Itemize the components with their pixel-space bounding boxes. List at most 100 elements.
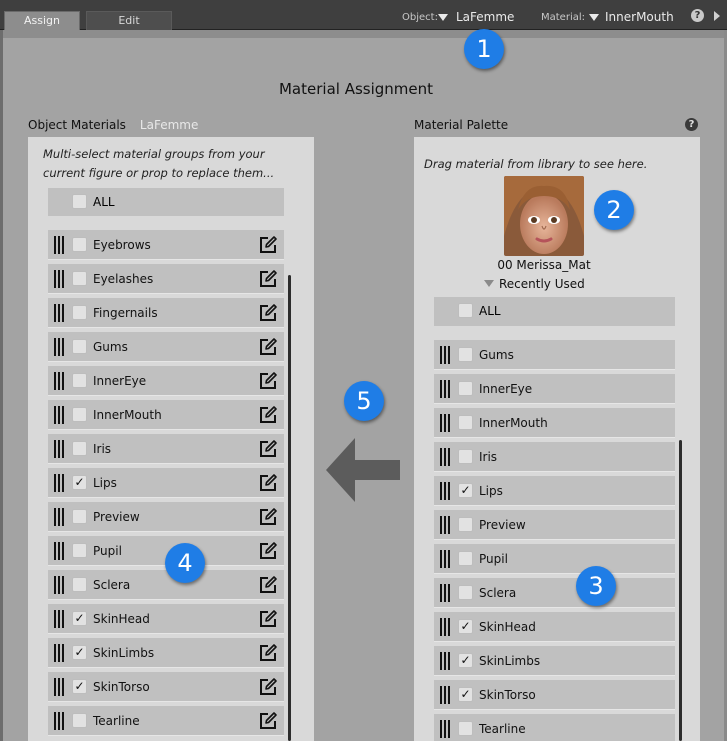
list-item[interactable]: InnerMouth <box>434 408 675 438</box>
material-palette-all-row[interactable]: ALL <box>434 297 675 326</box>
drag-handle-icon[interactable] <box>440 380 450 398</box>
object-dropdown[interactable]: LaFemme <box>456 10 514 24</box>
item-checkbox[interactable]: ✓ <box>72 611 87 626</box>
drag-handle-icon[interactable] <box>54 338 64 356</box>
list-item[interactable]: ✓ SkinLimbs <box>434 646 675 676</box>
list-item[interactable]: Sclera <box>48 570 284 600</box>
item-checkbox[interactable] <box>72 373 87 388</box>
item-checkbox[interactable] <box>458 415 473 430</box>
list-item[interactable]: Iris <box>48 434 284 464</box>
edit-icon[interactable] <box>258 405 278 425</box>
drag-handle-icon[interactable] <box>54 236 64 254</box>
edit-icon[interactable] <box>258 643 278 663</box>
drag-handle-icon[interactable] <box>54 406 64 424</box>
item-checkbox[interactable]: ✓ <box>458 483 473 498</box>
item-checkbox[interactable]: ✓ <box>458 653 473 668</box>
list-item[interactable]: ✓ SkinHead <box>48 604 284 634</box>
drag-handle-icon[interactable] <box>54 372 64 390</box>
list-item[interactable]: InnerEye <box>434 374 675 404</box>
edit-icon[interactable] <box>258 269 278 289</box>
item-checkbox[interactable] <box>72 339 87 354</box>
tab-assign[interactable]: Assign <box>4 11 80 30</box>
edit-icon[interactable] <box>258 609 278 629</box>
drag-handle-icon[interactable] <box>54 542 64 560</box>
item-checkbox[interactable] <box>458 449 473 464</box>
item-checkbox[interactable] <box>72 543 87 558</box>
item-checkbox[interactable] <box>72 305 87 320</box>
material-thumbnail[interactable] <box>504 176 584 256</box>
item-checkbox[interactable] <box>72 509 87 524</box>
list-item[interactable]: ✓ SkinHead <box>434 612 675 642</box>
drag-handle-icon[interactable] <box>54 610 64 628</box>
list-item[interactable]: Tearline <box>48 706 284 736</box>
assign-arrow-icon[interactable] <box>326 438 400 502</box>
list-item[interactable]: ✓ SkinLimbs <box>48 638 284 668</box>
drag-handle-icon[interactable] <box>440 448 450 466</box>
material-dropdown-icon[interactable] <box>589 14 599 21</box>
edit-icon[interactable] <box>258 711 278 731</box>
drag-handle-icon[interactable] <box>440 686 450 704</box>
edit-icon[interactable] <box>258 303 278 323</box>
list-item[interactable]: Preview <box>48 502 284 532</box>
list-item[interactable]: Iris <box>434 442 675 472</box>
drag-handle-icon[interactable] <box>440 346 450 364</box>
drag-handle-icon[interactable] <box>54 304 64 322</box>
item-checkbox[interactable]: ✓ <box>72 475 87 490</box>
item-checkbox[interactable] <box>72 713 87 728</box>
list-item[interactable]: InnerEye <box>48 366 284 396</box>
object-materials-all-row[interactable]: ALL <box>48 188 284 216</box>
list-item[interactable]: Fingernails <box>48 298 284 328</box>
item-checkbox[interactable] <box>458 517 473 532</box>
material-dropdown[interactable]: InnerMouth <box>605 10 674 24</box>
list-item[interactable]: Pupil <box>434 544 675 574</box>
list-item[interactable]: Sclera <box>434 578 675 608</box>
list-item[interactable]: Eyebrows <box>48 230 284 260</box>
list-item[interactable]: ✓ Lips <box>48 468 284 498</box>
edit-icon[interactable] <box>258 337 278 357</box>
item-checkbox[interactable]: ✓ <box>458 687 473 702</box>
tab-edit[interactable]: Edit <box>86 11 172 30</box>
item-checkbox[interactable] <box>458 551 473 566</box>
drag-handle-icon[interactable] <box>440 516 450 534</box>
expand-arrow-icon[interactable] <box>714 11 720 21</box>
drag-handle-icon[interactable] <box>54 576 64 594</box>
drag-handle-icon[interactable] <box>54 270 64 288</box>
drag-handle-icon[interactable] <box>440 414 450 432</box>
help-icon[interactable]: ? <box>691 9 704 22</box>
drag-handle-icon[interactable] <box>54 440 64 458</box>
palette-help-icon[interactable]: ? <box>685 118 698 131</box>
list-item[interactable]: ✓ SkinTorso <box>434 680 675 710</box>
list-item[interactable]: ✓ SkinTorso <box>48 672 284 702</box>
edit-icon[interactable] <box>258 507 278 527</box>
drag-handle-icon[interactable] <box>54 712 64 730</box>
list-item[interactable]: Tearline <box>434 714 675 741</box>
edit-icon[interactable] <box>258 575 278 595</box>
material-palette-scrollbar[interactable] <box>679 440 682 741</box>
item-checkbox[interactable]: ✓ <box>72 679 87 694</box>
edit-icon[interactable] <box>258 473 278 493</box>
drag-handle-icon[interactable] <box>440 618 450 636</box>
list-item[interactable]: Gums <box>48 332 284 362</box>
drag-handle-icon[interactable] <box>54 508 64 526</box>
palette-all-checkbox[interactable] <box>458 303 473 318</box>
item-checkbox[interactable] <box>458 721 473 736</box>
item-checkbox[interactable] <box>458 347 473 362</box>
list-item[interactable]: Preview <box>434 510 675 540</box>
list-item[interactable]: Gums <box>434 340 675 370</box>
object-dropdown-icon[interactable] <box>438 14 448 21</box>
item-checkbox[interactable] <box>458 381 473 396</box>
list-item[interactable]: InnerMouth <box>48 400 284 430</box>
edit-icon[interactable] <box>258 371 278 391</box>
item-checkbox[interactable]: ✓ <box>458 619 473 634</box>
all-checkbox[interactable] <box>72 194 87 209</box>
item-checkbox[interactable] <box>72 441 87 456</box>
item-checkbox[interactable] <box>458 585 473 600</box>
edit-icon[interactable] <box>258 541 278 561</box>
item-checkbox[interactable] <box>72 271 87 286</box>
list-item[interactable]: ✓ Lips <box>434 476 675 506</box>
item-checkbox[interactable] <box>72 577 87 592</box>
item-checkbox[interactable] <box>72 237 87 252</box>
drag-handle-icon[interactable] <box>440 482 450 500</box>
recently-used-dropdown[interactable]: Recently Used <box>484 277 585 291</box>
object-materials-scrollbar[interactable] <box>288 275 291 741</box>
